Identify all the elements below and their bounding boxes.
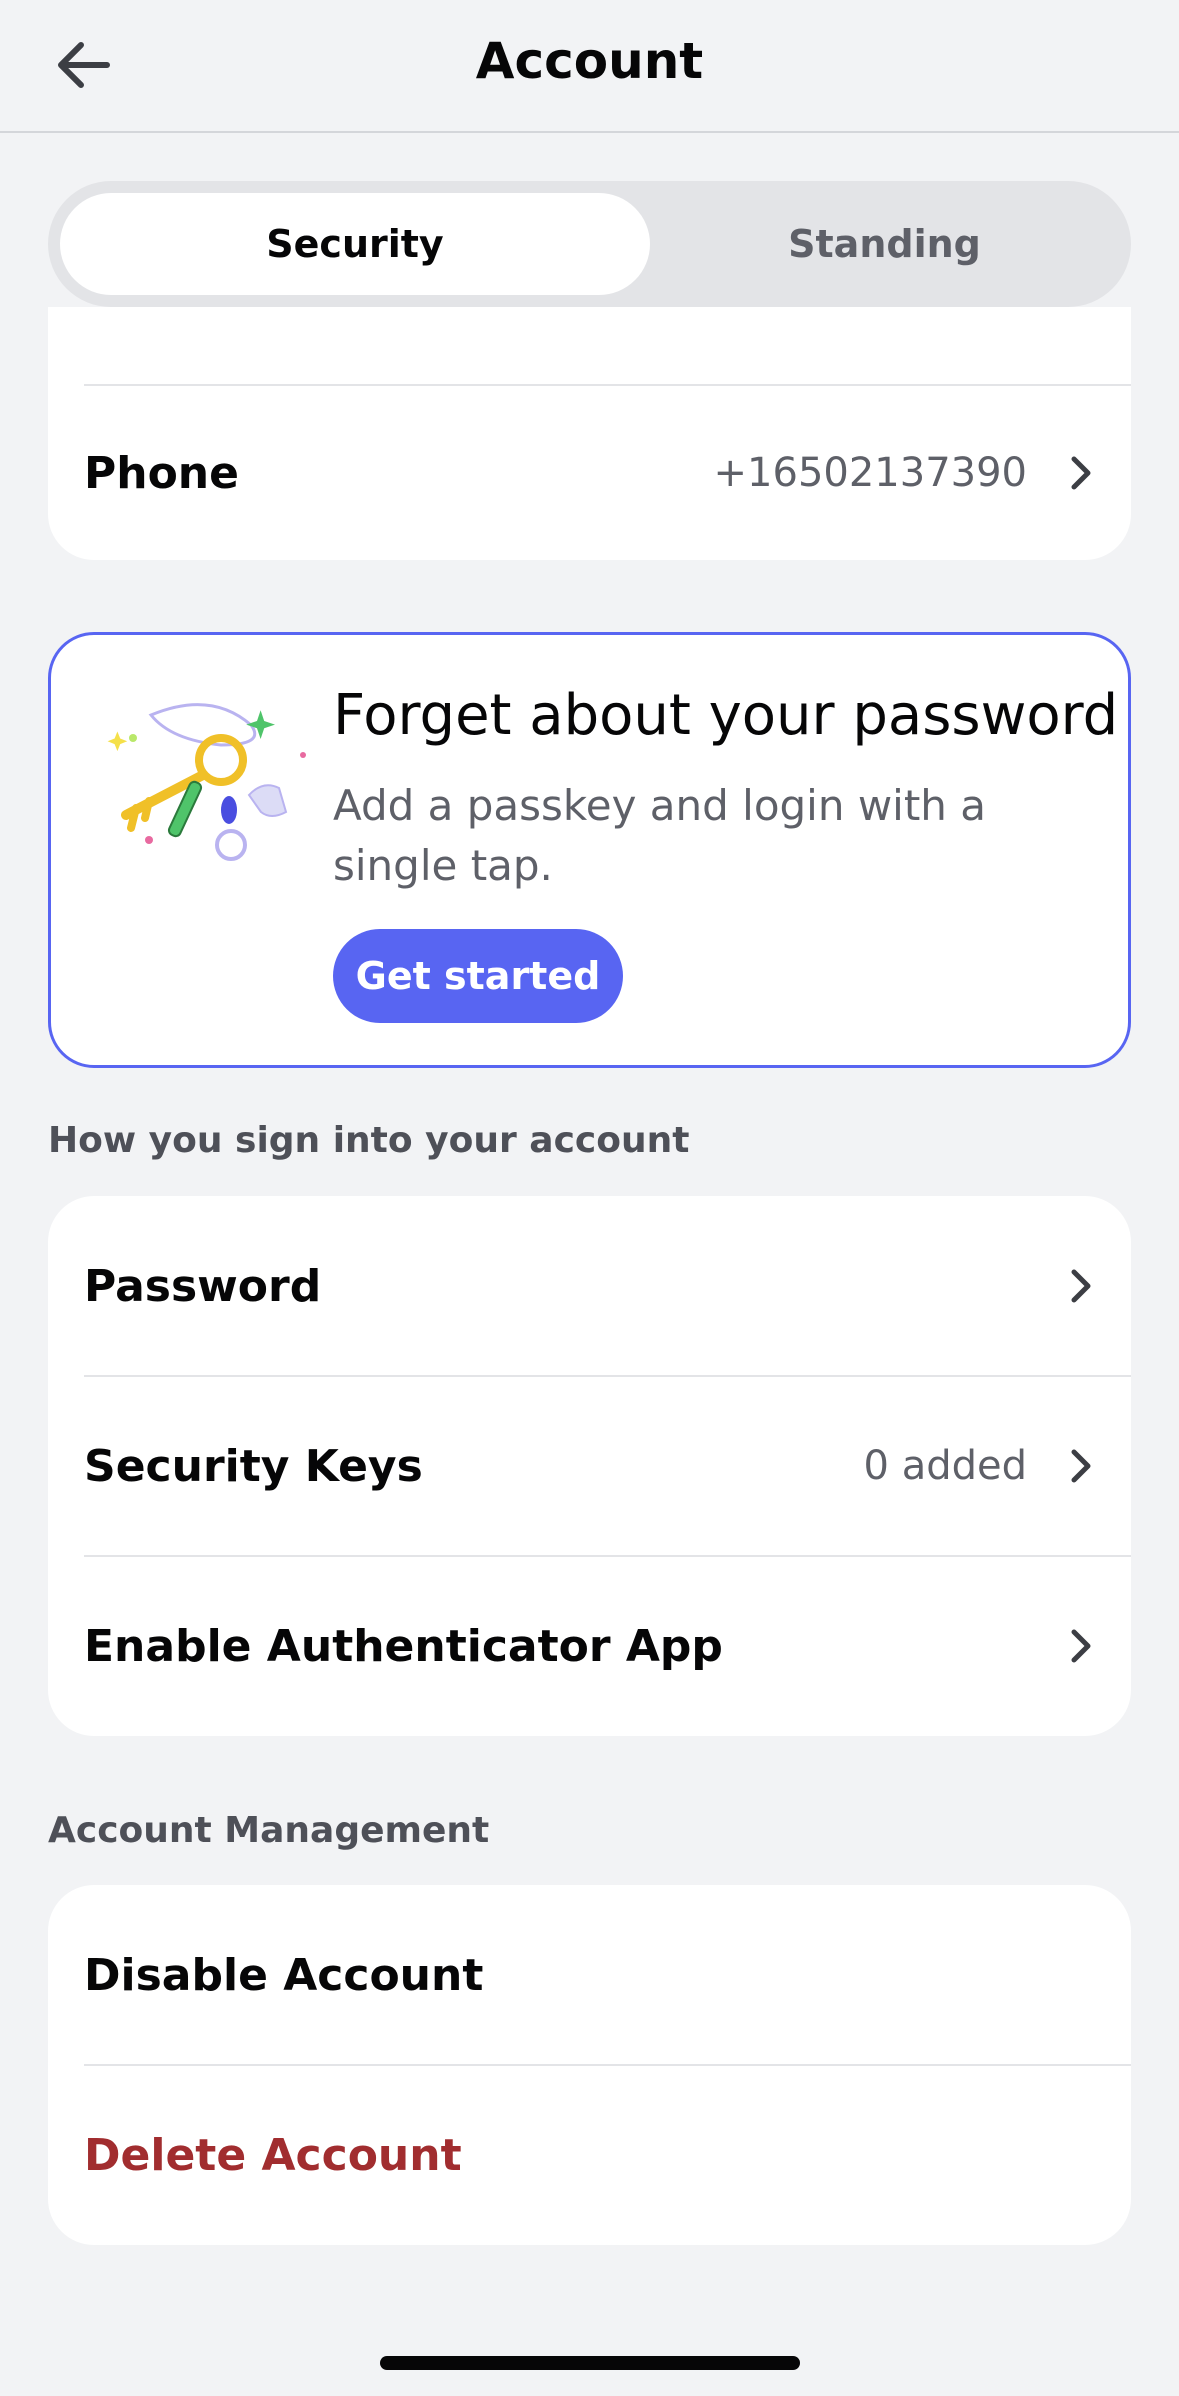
chevron-right-icon	[1061, 1261, 1101, 1311]
disable-account-label: Disable Account	[84, 1949, 484, 2001]
tab-standing[interactable]: Standing	[650, 193, 1119, 295]
header: Account	[0, 0, 1179, 133]
security-keys-row[interactable]: Security Keys 0 added	[48, 1376, 1131, 1556]
authenticator-row[interactable]: Enable Authenticator App	[48, 1556, 1131, 1736]
chevron-right-icon	[1061, 448, 1101, 498]
password-label: Password	[84, 1260, 322, 1312]
management-card: Disable Account Delete Account	[48, 1885, 1131, 2245]
security-keys-value: 0 added	[863, 1443, 1027, 1489]
page-title: Account	[475, 32, 704, 90]
keys-illustration-icon	[107, 703, 306, 861]
contact-row-partial[interactable]	[48, 307, 1131, 384]
chevron-right-icon	[1061, 1621, 1101, 1671]
phone-value: +16502137390	[713, 450, 1027, 496]
home-indicator	[380, 2356, 800, 2370]
passkey-promo: Forget about your password Add a passkey…	[48, 632, 1131, 1068]
tab-switcher: Security Standing	[48, 181, 1131, 307]
chevron-right-icon	[1061, 1441, 1101, 1491]
authenticator-label: Enable Authenticator App	[84, 1620, 723, 1672]
sign-in-card: Password Security Keys 0 added Enable Au…	[48, 1196, 1131, 1736]
tab-security[interactable]: Security	[60, 193, 650, 295]
management-section-label: Account Management	[48, 1810, 490, 1851]
phone-label: Phone	[84, 447, 239, 499]
promo-title: Forget about your password	[333, 683, 1119, 748]
password-row[interactable]: Password	[48, 1196, 1131, 1376]
disable-account-row[interactable]: Disable Account	[48, 1885, 1131, 2065]
settings-scroll-area[interactable]: Phone +16502137390 Forget about your pas…	[0, 307, 1179, 2396]
get-started-button[interactable]: Get started	[333, 929, 623, 1023]
promo-description: Add a passkey and login with a single ta…	[333, 781, 987, 890]
delete-account-label: Delete Account	[84, 2129, 462, 2181]
phone-row[interactable]: Phone +16502137390	[48, 386, 1131, 560]
delete-account-row[interactable]: Delete Account	[48, 2065, 1131, 2245]
sign-in-section-label: How you sign into your account	[48, 1120, 690, 1161]
security-keys-label: Security Keys	[84, 1440, 423, 1492]
contact-card: Phone +16502137390	[48, 307, 1131, 560]
